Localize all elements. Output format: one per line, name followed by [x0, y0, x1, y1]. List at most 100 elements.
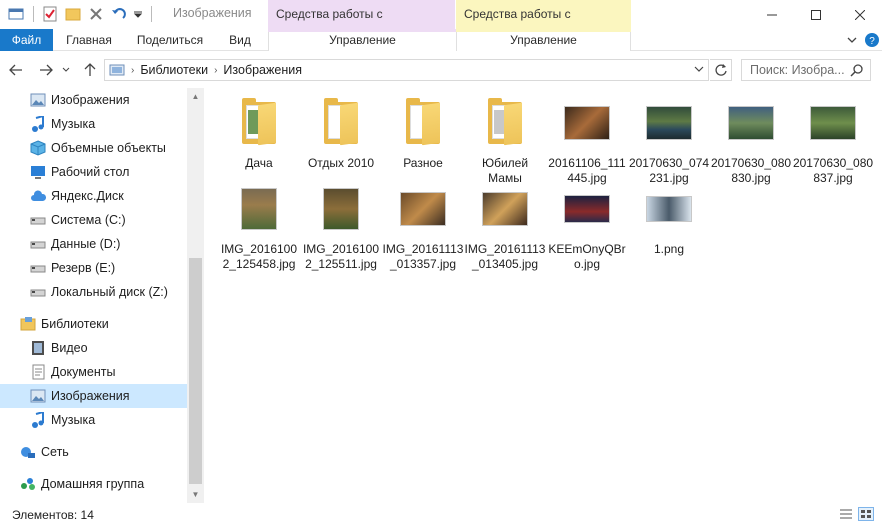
- sidebar-item-label: Система (C:): [51, 213, 126, 227]
- large-icons-view-button[interactable]: [858, 507, 874, 521]
- sidebar-item[interactable]: Рабочий стол: [0, 160, 187, 184]
- homegroup-icon: [20, 476, 36, 492]
- address-row: › Библиотеки › Изображения Поиск: Изобра…: [0, 56, 882, 84]
- file-item[interactable]: IMG_20161002_125511.jpg: [300, 178, 382, 272]
- breadcrumb-pictures[interactable]: Изображения: [223, 63, 302, 77]
- sidebar-item[interactable]: Объемные объекты: [0, 136, 187, 160]
- nav-scrollbar[interactable]: ▲ ▼: [187, 88, 204, 503]
- qa-separator: [33, 6, 34, 22]
- folder-item[interactable]: Отдых 2010: [300, 92, 382, 171]
- sidebar-item-label: Резерв (E:): [51, 261, 116, 275]
- sidebar-item[interactable]: Сеть: [0, 440, 187, 464]
- file-name: IMG_20161002_125511.jpg: [302, 242, 380, 271]
- forward-button[interactable]: [36, 60, 56, 80]
- sidebar-item-label: Сеть: [41, 445, 69, 459]
- search-icon: [850, 63, 864, 80]
- image-thumbnail: [382, 178, 464, 240]
- drive-icon: [30, 284, 46, 300]
- sidebar-item[interactable]: Музыка: [0, 112, 187, 136]
- sidebar-item[interactable]: Данные (D:): [0, 232, 187, 256]
- image-thumbnail: [218, 178, 300, 240]
- file-name: Разное: [403, 156, 443, 170]
- 3d-objects-icon: [30, 140, 46, 156]
- file-item[interactable]: IMG_20161113_013357.jpg: [382, 178, 464, 272]
- up-button[interactable]: [80, 60, 100, 80]
- sidebar-item-label: Видео: [51, 341, 88, 355]
- title-bar: Изображения Средства работы с библиотеко…: [0, 0, 882, 50]
- customize-toolbar-icon[interactable]: [132, 4, 144, 24]
- sidebar-item-label: Данные (D:): [51, 237, 121, 251]
- tab-view[interactable]: Вид: [220, 29, 260, 51]
- sidebar-item-label: Рабочий стол: [51, 165, 130, 179]
- breadcrumb-separator: ›: [214, 64, 218, 76]
- folder-item[interactable]: Разное: [382, 92, 464, 171]
- sidebar-item[interactable]: Яндекс.Диск: [0, 184, 187, 208]
- image-thumbnail: [300, 178, 382, 240]
- address-history-icon[interactable]: [694, 65, 704, 73]
- file-name: IMG_20161113_013357.jpg: [382, 242, 464, 271]
- sidebar-item[interactable]: Система (C:): [0, 208, 187, 232]
- refresh-button[interactable]: [710, 59, 732, 81]
- sidebar-item[interactable]: Локальный диск (Z:): [0, 280, 187, 304]
- drive-icon: [30, 212, 46, 228]
- arrow-left-icon: [9, 64, 22, 76]
- scroll-down-arrow[interactable]: ▼: [187, 486, 204, 503]
- help-button[interactable]: ?: [864, 32, 880, 48]
- sidebar-item-label: Домашняя группа: [41, 477, 145, 491]
- pictures-library-icon: [109, 63, 125, 77]
- minimize-icon: [767, 14, 777, 15]
- sidebar-item-label: Библиотеки: [41, 317, 109, 331]
- file-name: KEEmOnyQBro.jpg: [548, 242, 626, 271]
- folder-item[interactable]: Юбилей Мамы: [464, 92, 546, 186]
- file-list: Дача Отдых 2010 Разное Юбилей Мамы 20161106_…: [206, 88, 882, 503]
- sidebar-item[interactable]: Видео: [0, 336, 187, 360]
- file-item[interactable]: 20170630_080830.jpg: [710, 92, 792, 186]
- minimize-button[interactable]: [750, 0, 794, 29]
- file-item[interactable]: IMG_20161002_125458.jpg: [218, 178, 300, 272]
- window-menu-icon[interactable]: [6, 4, 26, 24]
- sidebar-item[interactable]: Резерв (E:): [0, 256, 187, 280]
- file-item[interactable]: KEEmOnyQBro.jpg: [546, 178, 628, 272]
- close-icon: [855, 9, 865, 20]
- video-icon: [30, 340, 46, 356]
- file-item[interactable]: 20170630_074231.jpg: [628, 92, 710, 186]
- properties-icon[interactable]: [40, 4, 60, 24]
- file-item[interactable]: 20161106_111445.jpg: [546, 92, 628, 186]
- maximize-button[interactable]: [794, 0, 838, 29]
- back-button[interactable]: [6, 60, 26, 80]
- desktop-icon: [30, 164, 46, 180]
- new-folder-icon[interactable]: [63, 4, 83, 24]
- tab-manage-pictures[interactable]: Управление: [456, 29, 631, 51]
- undo-icon[interactable]: [109, 4, 129, 24]
- tab-home[interactable]: Главная: [58, 29, 120, 51]
- sidebar-item[interactable]: Музыка: [0, 408, 187, 432]
- expand-ribbon-button[interactable]: [844, 32, 860, 48]
- tab-file[interactable]: Файл: [0, 29, 53, 51]
- sidebar-item[interactable]: Документы: [0, 360, 187, 384]
- libraries-icon: [20, 316, 36, 332]
- sidebar-item[interactable]: Библиотеки: [0, 312, 187, 336]
- tab-share[interactable]: Поделиться: [130, 29, 210, 51]
- search-input[interactable]: Поиск: Изобра...: [741, 59, 871, 81]
- sidebar-item[interactable]: Изображения: [0, 384, 187, 408]
- tab-manage-library[interactable]: Управление: [268, 29, 456, 51]
- sidebar-item[interactable]: Домашняя группа: [0, 472, 187, 496]
- scroll-thumb[interactable]: [189, 258, 202, 484]
- image-thumbnail: [546, 178, 628, 240]
- file-item[interactable]: 20170630_080837.jpg: [792, 92, 874, 186]
- close-button[interactable]: [838, 0, 882, 29]
- address-bar[interactable]: › Библиотеки › Изображения: [104, 59, 709, 81]
- folder-item[interactable]: Дача: [218, 92, 300, 171]
- scroll-up-arrow[interactable]: ▲: [187, 88, 204, 105]
- details-view-icon: [840, 509, 852, 519]
- file-item[interactable]: IMG_20161113_013405.jpg: [464, 178, 546, 272]
- details-view-button[interactable]: [838, 507, 854, 521]
- delete-icon[interactable]: [86, 4, 106, 24]
- file-item[interactable]: 1.png: [628, 178, 710, 257]
- documents-icon: [30, 364, 46, 380]
- sidebar-item[interactable]: Изображения: [0, 88, 187, 112]
- recent-locations-button[interactable]: [60, 60, 72, 80]
- sidebar-item-label: Яндекс.Диск: [51, 189, 124, 203]
- context-header-pictures: Средства работы с рисунками: [456, 0, 631, 50]
- breadcrumb-libraries[interactable]: Библиотеки: [140, 63, 208, 77]
